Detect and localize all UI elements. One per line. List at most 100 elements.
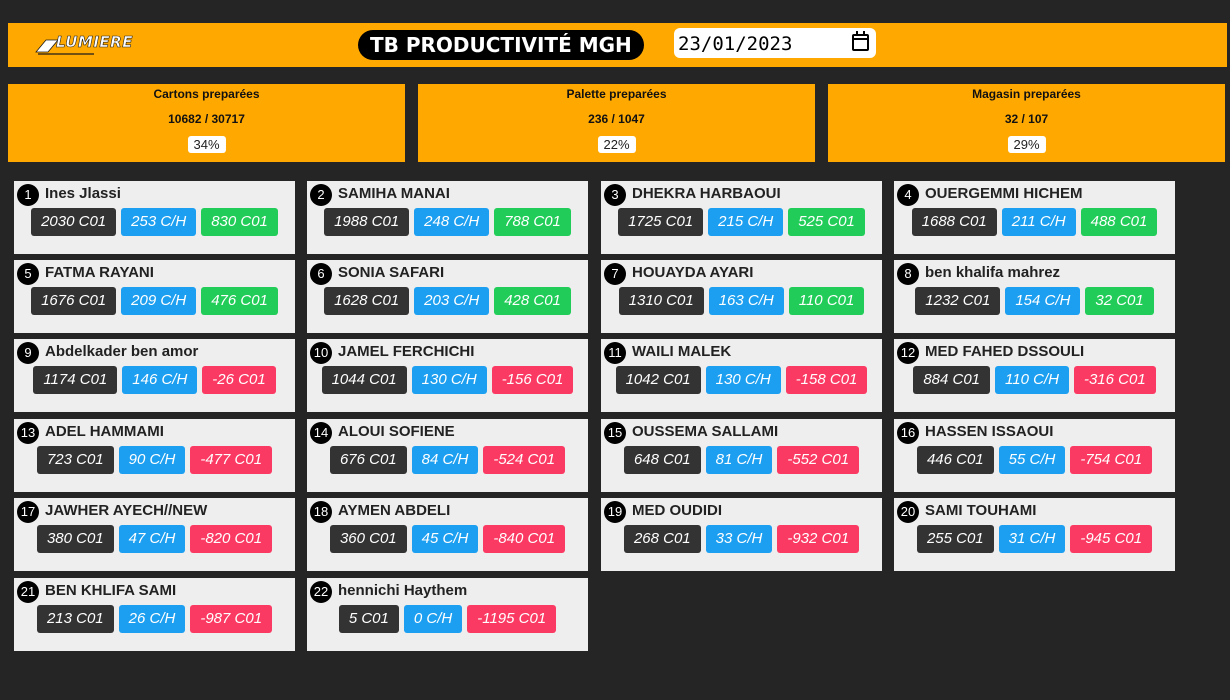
rate-chip: 90 C/H: [118, 446, 186, 474]
total-chip: 1042 C01: [615, 366, 701, 394]
rank-badge: 8: [897, 263, 919, 285]
worker-card: 8 ben khalifa mahrez 1232 C01 154 C/H 32 C…: [894, 260, 1175, 333]
summary-palette: Palette preparées 236 / 1047 22%: [418, 84, 815, 162]
worker-name: DHEKRA HARBAOUI: [632, 185, 781, 202]
summary-value: 10682 / 30717: [168, 112, 245, 126]
worker-card: 12 MED FAHED DSSOULI 884 C01 110 C/H -316 …: [894, 339, 1175, 412]
rank-badge: 14: [310, 422, 332, 444]
total-chip: 1232 C01: [915, 287, 1001, 315]
diff-chip: 525 C01: [788, 208, 865, 236]
diff-chip: 476 C01: [201, 287, 278, 315]
rate-chip: 215 C/H: [708, 208, 784, 236]
diff-chip: -987 C01: [190, 605, 273, 633]
rate-chip: 31 C/H: [998, 525, 1066, 553]
worker-name: SAMIHA MANAI: [338, 185, 450, 202]
rank-badge: 20: [897, 501, 919, 523]
rank-badge: 12: [897, 342, 919, 364]
rate-chip: 0 C/H: [403, 605, 463, 633]
rank-badge: 18: [310, 501, 332, 523]
worker-card: 19 MED OUDIDI 268 C01 33 C/H -932 C01: [601, 498, 882, 571]
rate-chip: 47 C/H: [118, 525, 186, 553]
worker-card: 9 Abdelkader ben amor 1174 C01 146 C/H -26…: [14, 339, 295, 412]
worker-card: 20 SAMI TOUHAMI 255 C01 31 C/H -945 C01: [894, 498, 1175, 571]
logo-text: LUMIERE: [56, 33, 133, 52]
worker-card: 11 WAILI MALEK 1042 C01 130 C/H -158 C01: [601, 339, 882, 412]
total-chip: 213 C01: [36, 605, 114, 633]
worker-name: ADEL HAMMAMI: [45, 423, 164, 440]
rate-chip: 163 C/H: [708, 287, 784, 315]
total-chip: 255 C01: [916, 525, 994, 553]
worker-name: OUERGEMMI HICHEM: [925, 185, 1083, 202]
calendar-icon[interactable]: [852, 31, 869, 51]
diff-chip: -820 C01: [190, 525, 273, 553]
worker-card: 7 HOUAYDA AYARI 1310 C01 163 C/H 110 C01: [601, 260, 882, 333]
total-chip: 648 C01: [623, 446, 701, 474]
rank-badge: 15: [604, 422, 626, 444]
total-chip: 1988 C01: [324, 208, 410, 236]
summary-cartons: Cartons preparées 10682 / 30717 34%: [8, 84, 405, 162]
summary-label: Cartons preparées: [153, 87, 260, 101]
rate-chip: 33 C/H: [705, 525, 773, 553]
total-chip: 360 C01: [329, 525, 407, 553]
date-value: 23/01/2023: [678, 33, 793, 55]
total-chip: 5 C01: [338, 605, 399, 633]
rate-chip: 211 C/H: [1001, 208, 1076, 236]
rate-chip: 81 C/H: [705, 446, 773, 474]
worker-card: 6 SONIA SAFARI 1628 C01 203 C/H 428 C01: [307, 260, 588, 333]
rate-chip: 146 C/H: [122, 366, 198, 394]
worker-name: HASSEN ISSAOUI: [925, 423, 1054, 440]
worker-name: MED FAHED DSSOULI: [925, 343, 1085, 360]
rate-chip: 84 C/H: [411, 446, 479, 474]
rank-badge: 21: [17, 581, 39, 603]
top-banner: LUMIERE TB PRODUCTIVITÉ MGH 23/01/2023: [8, 23, 1227, 67]
diff-chip: 830 C01: [201, 208, 278, 236]
rate-chip: 26 C/H: [118, 605, 186, 633]
total-chip: 1310 C01: [618, 287, 704, 315]
rank-badge: 9: [17, 342, 39, 364]
summary-value: 32 / 107: [1004, 112, 1049, 126]
summary-percent: 34%: [187, 136, 226, 153]
rate-chip: 55 C/H: [998, 446, 1066, 474]
diff-chip: -316 C01: [1073, 366, 1156, 394]
rank-badge: 1: [17, 184, 39, 206]
date-input[interactable]: 23/01/2023: [674, 28, 876, 58]
worker-card: 21 BEN KHLIFA SAMI 213 C01 26 C/H -987 C01: [14, 578, 295, 651]
worker-name: hennichi Haythem: [338, 582, 468, 599]
rank-badge: 6: [310, 263, 332, 285]
diff-chip: -1195 C01: [467, 605, 557, 633]
rank-badge: 16: [897, 422, 919, 444]
diff-chip: -524 C01: [483, 446, 566, 474]
rank-badge: 5: [17, 263, 39, 285]
worker-name: MED OUDIDI: [632, 502, 722, 519]
worker-name: HOUAYDA AYARI: [632, 264, 754, 281]
worker-card: 5 FATMA RAYANI 1676 C01 209 C/H 476 C01: [14, 260, 295, 333]
diff-chip: 32 C01: [1085, 287, 1154, 315]
worker-name: AYMEN ABDELI: [338, 502, 451, 519]
worker-card: 15 OUSSEMA SALLAMI 648 C01 81 C/H -552 C01: [601, 419, 882, 492]
worker-name: ALOUI SOFIENE: [338, 423, 455, 440]
worker-name: ben khalifa mahrez: [925, 264, 1061, 281]
rank-badge: 17: [17, 501, 39, 523]
worker-card: 17 JAWHER AYECH//NEW 380 C01 47 C/H -820 C…: [14, 498, 295, 571]
summary-label: Palette preparées: [566, 87, 667, 101]
diff-chip: 110 C01: [788, 287, 865, 315]
diff-chip: -156 C01: [491, 366, 574, 394]
worker-name: SAMI TOUHAMI: [925, 502, 1037, 519]
total-chip: 1676 C01: [31, 287, 117, 315]
worker-name: BEN KHLIFA SAMI: [45, 582, 177, 599]
diff-chip: -840 C01: [483, 525, 566, 553]
diff-chip: -754 C01: [1070, 446, 1153, 474]
rate-chip: 209 C/H: [121, 287, 197, 315]
rate-chip: 110 C/H: [995, 366, 1069, 394]
total-chip: 1725 C01: [618, 208, 704, 236]
summary-percent: 29%: [1007, 136, 1046, 153]
total-chip: 380 C01: [36, 525, 114, 553]
total-chip: 676 C01: [329, 446, 407, 474]
summary-magasin: Magasin preparées 32 / 107 29%: [828, 84, 1225, 162]
worker-card: 13 ADEL HAMMAMI 723 C01 90 C/H -477 C01: [14, 419, 295, 492]
summary-value: 236 / 1047: [588, 112, 645, 126]
diff-chip: -26 C01: [202, 366, 276, 394]
worker-card: 16 HASSEN ISSAOUI 446 C01 55 C/H -754 C01: [894, 419, 1175, 492]
total-chip: 1628 C01: [324, 287, 410, 315]
total-chip: 446 C01: [916, 446, 994, 474]
